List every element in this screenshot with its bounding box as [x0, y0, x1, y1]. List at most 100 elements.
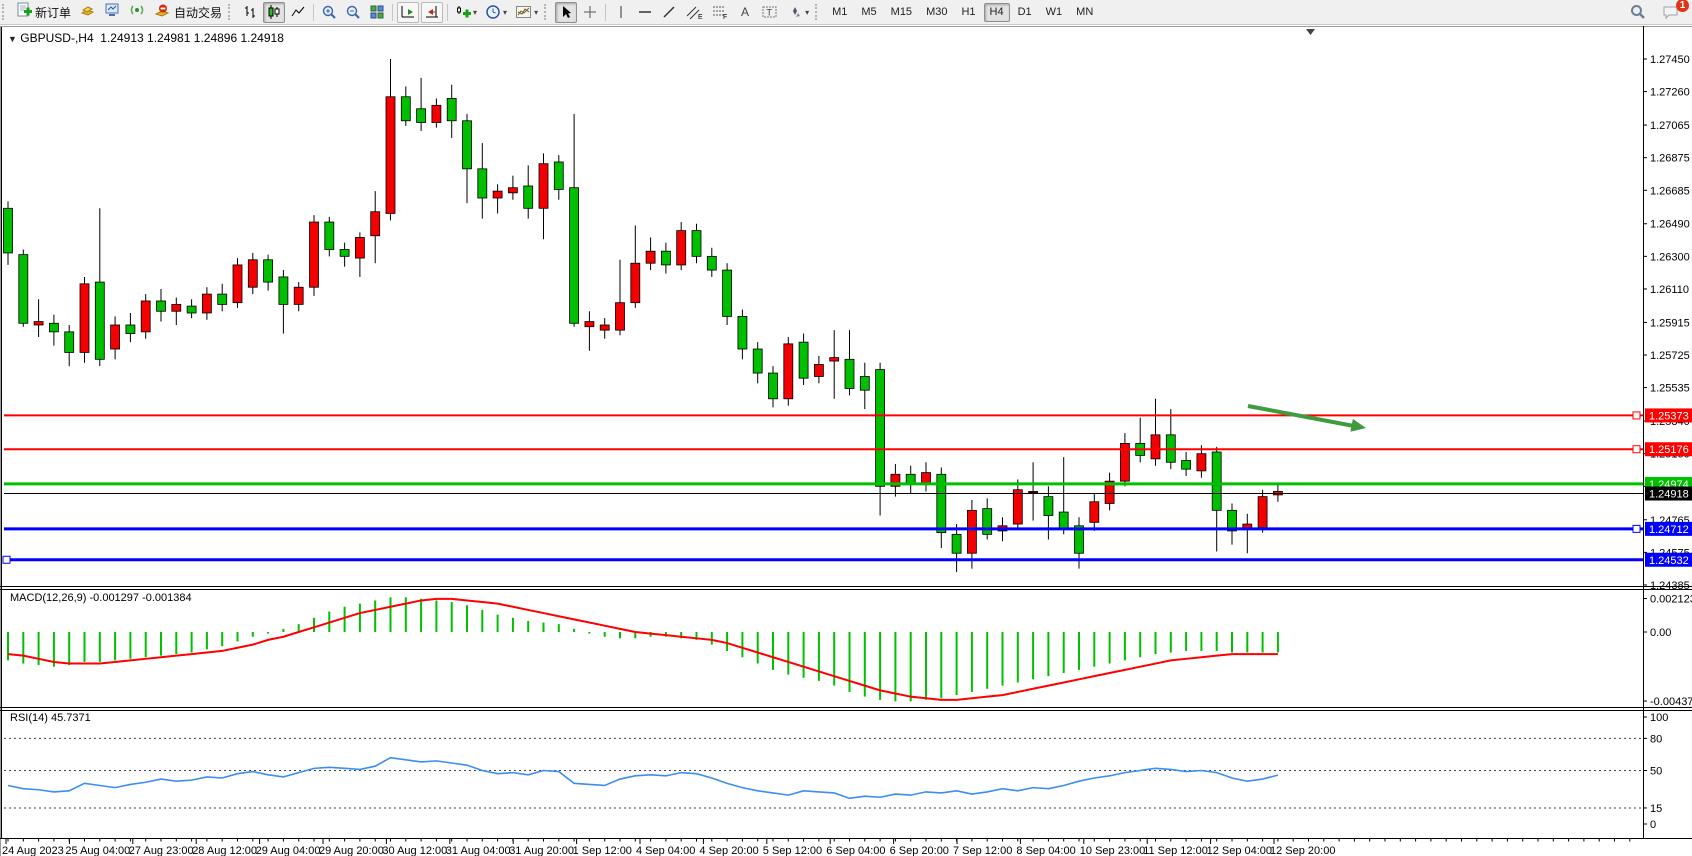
- zoom-in-button[interactable]: [318, 2, 340, 23]
- svg-text:100: 100: [1650, 712, 1668, 724]
- svg-text:E: E: [698, 14, 703, 20]
- toolbar-separator: [313, 4, 314, 21]
- candle-11: [172, 304, 181, 311]
- cursor-tool-button[interactable]: [555, 2, 577, 23]
- candle-31: [478, 169, 487, 198]
- svg-text:A: A: [741, 5, 749, 19]
- hline-handle-1.24532[interactable]: [3, 556, 10, 563]
- candle-48: [738, 316, 747, 349]
- zoom-in-icon: [321, 4, 337, 20]
- candle-64: [983, 509, 992, 535]
- text-label-icon: T: [761, 4, 779, 20]
- period-dropdown[interactable]: ▾: [482, 2, 510, 23]
- svg-text:4 Sep 04:00: 4 Sep 04:00: [636, 845, 695, 856]
- auto-trading-label: 自动交易: [174, 4, 222, 21]
- arrows-dropdown[interactable]: ▾: [784, 2, 812, 23]
- svg-text:24 Aug 2023: 24 Aug 2023: [2, 845, 64, 856]
- candle-17: [264, 260, 273, 282]
- tile-windows-button[interactable]: [366, 2, 388, 23]
- notification-badge: 1: [1676, 0, 1689, 12]
- toolbar-grip[interactable]: [2, 4, 9, 20]
- chart-canvas[interactable]: 1.274501.272601.270651.268751.266851.264…: [0, 0, 1692, 856]
- chart-shift-icon: [424, 4, 440, 20]
- template-dropdown[interactable]: ▾: [512, 2, 541, 23]
- market-depth-button[interactable]: [101, 2, 124, 23]
- candle-51: [784, 344, 793, 399]
- timeframe-w1-button[interactable]: W1: [1040, 3, 1069, 22]
- svg-text:1.26300: 1.26300: [1650, 251, 1690, 263]
- timeframe-m1-button[interactable]: M1: [826, 3, 853, 22]
- candlestick-icon: [266, 4, 282, 20]
- equidistant-channel-icon: E: [685, 4, 703, 20]
- line-chart-type-button[interactable]: [287, 2, 309, 23]
- channel-tool-button[interactable]: E: [682, 2, 706, 23]
- svg-text:10 Sep 23:00: 10 Sep 23:00: [1080, 845, 1145, 856]
- toolbar-grip[interactable]: [544, 4, 551, 20]
- candle-52: [799, 342, 808, 378]
- new-chart-dropdown[interactable]: ▾: [452, 2, 480, 23]
- price-label-1.24918: 1.24918: [1649, 489, 1689, 501]
- chart-symbol-period: GBPUSD-,H4: [20, 31, 93, 45]
- signals-button[interactable]: [126, 2, 149, 23]
- timeframe-m30-button[interactable]: M30: [920, 3, 953, 22]
- svg-text:1.25915: 1.25915: [1650, 317, 1690, 329]
- candle-3: [49, 323, 58, 332]
- fibonacci-icon: F: [711, 4, 729, 20]
- hline-handle-1.25373[interactable]: [1633, 412, 1640, 419]
- timeframe-mn-button[interactable]: MN: [1070, 3, 1099, 22]
- crosshair-tool-button[interactable]: [579, 2, 601, 23]
- collapse-arrow-icon[interactable]: ▼: [8, 34, 17, 44]
- candle-20: [310, 222, 319, 287]
- svg-text:6 Sep 20:00: 6 Sep 20:00: [890, 845, 949, 856]
- toolbar-separator: [392, 4, 393, 21]
- bar-chart-type-button[interactable]: [239, 2, 261, 23]
- toolbar-grip[interactable]: [815, 4, 822, 20]
- timeframe-m15-button[interactable]: M15: [885, 3, 918, 22]
- chart-title: ▼ GBPUSD-,H4 1.24913 1.24981 1.24896 1.2…: [8, 31, 284, 45]
- new-order-button[interactable]: 新订单: [13, 2, 74, 23]
- timeframe-d1-button[interactable]: D1: [1012, 3, 1038, 22]
- auto-scroll-button[interactable]: [397, 2, 419, 23]
- candle-45: [692, 231, 701, 257]
- text-label-tool-button[interactable]: T: [758, 2, 782, 23]
- svg-text:12 Sep 20:00: 12 Sep 20:00: [1270, 845, 1335, 856]
- candle-77: [1182, 461, 1191, 470]
- svg-text:0: 0: [1650, 819, 1656, 831]
- auto-trading-button[interactable]: 自动交易: [151, 2, 225, 23]
- candle-39: [600, 325, 609, 330]
- timeframe-h4-button[interactable]: H4: [984, 3, 1010, 22]
- candle-42: [646, 251, 655, 263]
- zoom-out-button[interactable]: [342, 2, 364, 23]
- vertical-line-tool-button[interactable]: [610, 2, 632, 23]
- timeframe-h1-button[interactable]: H1: [955, 3, 981, 22]
- horizontal-line-tool-button[interactable]: [634, 2, 656, 23]
- text-tool-button[interactable]: A: [734, 2, 756, 23]
- candle-19: [294, 287, 303, 304]
- rsi-indicator-label: RSI(14) 45.7371: [10, 712, 91, 724]
- candle-24: [371, 212, 380, 236]
- svg-text:1.25725: 1.25725: [1650, 350, 1690, 362]
- hline-handle-1.24712[interactable]: [1633, 525, 1640, 532]
- candle-57: [876, 370, 885, 487]
- svg-text:27 Aug 23:00: 27 Aug 23:00: [129, 845, 194, 856]
- candlestick-chart-type-button[interactable]: [263, 2, 285, 23]
- fibonacci-tool-button[interactable]: F: [708, 2, 732, 23]
- candle-28: [432, 105, 441, 122]
- candle-14: [218, 294, 227, 304]
- svg-text:5 Sep 12:00: 5 Sep 12:00: [763, 845, 822, 856]
- chart-shift-button[interactable]: [421, 2, 443, 23]
- crosshair-icon: [582, 4, 598, 20]
- styler-button[interactable]: [76, 2, 99, 23]
- hline-handle-1.25176[interactable]: [1633, 446, 1640, 453]
- timeframe-m5-button[interactable]: M5: [855, 3, 882, 22]
- notifications-button[interactable]: 1: [1659, 2, 1683, 23]
- price-low: 1.24896: [194, 31, 237, 45]
- search-button[interactable]: [1626, 2, 1650, 23]
- svg-text:6 Sep 04:00: 6 Sep 04:00: [826, 845, 885, 856]
- clock-icon: [485, 4, 501, 20]
- trendline-tool-button[interactable]: [658, 2, 680, 23]
- candle-43: [661, 251, 670, 265]
- candle-7: [111, 325, 120, 349]
- zoom-out-icon: [345, 4, 361, 20]
- toolbar-grip[interactable]: [228, 4, 235, 20]
